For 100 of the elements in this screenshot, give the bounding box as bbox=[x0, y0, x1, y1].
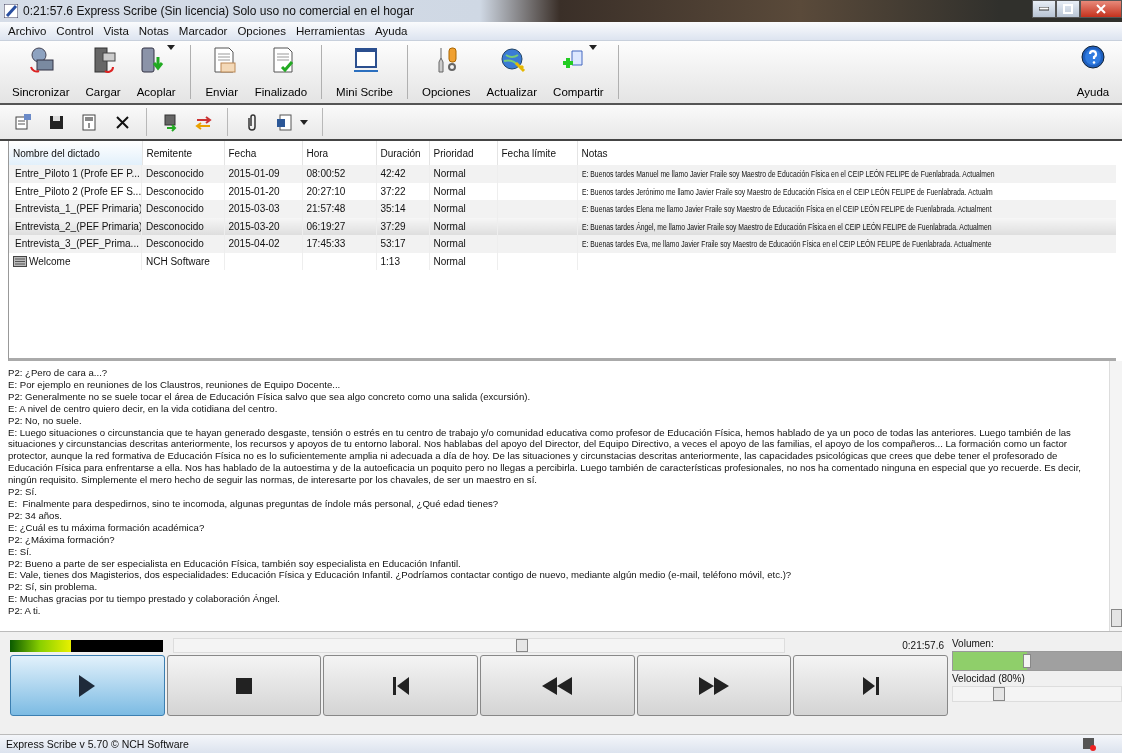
menu-item[interactable]: Vista bbox=[98, 25, 134, 37]
table-row[interactable]: Entrevista_3_(PEF_Prima... Desconocido 2015-04-02 17:45:33 53:17 Normal E: Buenas tardes Eva, me llamo Javier Fraile soy Maestro de Educación Física en el CEIP LEÓN FELIPE de Fuenlabrada. Actualmente bbox=[9, 235, 1116, 253]
properties-icon bbox=[14, 112, 33, 132]
table-cell: 20:27:10 bbox=[306, 185, 346, 197]
table-cell: Normal bbox=[433, 220, 466, 232]
toolbar-button[interactable]: Finalizado bbox=[246, 41, 316, 103]
menu-item[interactable]: Notas bbox=[133, 25, 174, 37]
word-document-icon bbox=[275, 112, 294, 132]
transcript-line: P2: ¿Máxima formación? bbox=[8, 533, 116, 546]
scrollbar[interactable] bbox=[1109, 361, 1122, 631]
column-header[interactable]: Nombre del dictado bbox=[9, 141, 142, 165]
column-header[interactable]: Duración bbox=[376, 141, 429, 165]
app-icon bbox=[4, 4, 18, 18]
column-header[interactable]: Fecha límite bbox=[497, 141, 577, 165]
table-cell: Entrevista_2_(PEF Primaria) bbox=[15, 220, 141, 232]
speed-slider[interactable] bbox=[952, 686, 1122, 702]
time-display: 0:21:57.6 bbox=[902, 640, 944, 651]
transcript-line: P2: ¿Pero de cara a...? bbox=[8, 367, 109, 379]
toolbar-button[interactable]: Actualizar bbox=[478, 41, 546, 103]
recorder-icon bbox=[1082, 737, 1096, 751]
table-cell: Normal bbox=[433, 185, 466, 197]
toolbar-button[interactable]: Cargar bbox=[77, 41, 129, 103]
volume-label: Volumen: bbox=[952, 638, 995, 649]
minimize-icon bbox=[1039, 7, 1049, 11]
rewind-icon bbox=[542, 676, 573, 695]
skip-back-icon bbox=[392, 676, 409, 695]
table-cell: 1:13 bbox=[380, 255, 400, 267]
toolbar-button[interactable]: Opciones bbox=[414, 41, 479, 103]
table-row[interactable]: Entrevista_1_(PEF Primaria) Desconocido 2015-03-03 21:57:48 35:14 Normal E: Buenas tardes Elena me llamo Javier Fraile soy Maestro de Educación Física en el CEIP LEÓN FELIPE de Fuenlabrada. Actualment bbox=[9, 200, 1116, 218]
table-cell: 53:17 bbox=[380, 238, 406, 250]
player-button[interactable] bbox=[636, 655, 792, 716]
menu-item[interactable]: Marcador bbox=[173, 25, 233, 37]
table-cell: E: Buenas tardes Elena me llamo Javier Fraile soy Maestro de Educación Física en el CEIP LEÓN FELIPE de Fuenlabrada. Actualment bbox=[581, 203, 992, 215]
table-cell: Desconocido bbox=[146, 168, 204, 180]
table-cell: E: Buenos tardes Jerónimo me llamo Javier Fraile soy Maestro de Educación Física en el CEIP LEÓN FELIPE de Fuenlabrada. Actualm bbox=[581, 185, 993, 197]
transcript-line: E: Sí. bbox=[8, 545, 33, 558]
column-header[interactable]: Fecha bbox=[224, 141, 302, 165]
column-header[interactable]: Notas bbox=[577, 141, 1116, 165]
restore-icon bbox=[1063, 4, 1073, 14]
table-cell: Desconocido bbox=[146, 220, 204, 232]
table-cell: Normal bbox=[433, 168, 466, 180]
table-cell: NCH Software bbox=[146, 255, 210, 267]
menu-item[interactable]: Archivo bbox=[3, 25, 52, 37]
table-cell: Normal bbox=[433, 203, 466, 215]
toolbar-button[interactable]: Enviar bbox=[196, 41, 247, 103]
table-cell: 2015-03-03 bbox=[228, 203, 280, 215]
table-cell: 2015-04-02 bbox=[228, 238, 280, 250]
table-cell: Desconocido bbox=[146, 185, 204, 197]
transcript-line: E: Muchas gracias por tu tiempo prestado y colaboración Ángel. bbox=[8, 593, 281, 606]
close-button[interactable] bbox=[1080, 0, 1122, 18]
table-row[interactable]: Welcome NCH Software 1:13 Normal bbox=[9, 252, 1116, 270]
player-button[interactable] bbox=[480, 655, 635, 716]
volume-slider[interactable] bbox=[952, 651, 1122, 671]
table-cell: 37:29 bbox=[380, 220, 406, 232]
transcript-line: E: Por ejemplo en reuniones de los Claustros, reuniones de Equipo Docente... bbox=[8, 378, 342, 391]
menu-item[interactable]: Herramientas bbox=[291, 25, 371, 37]
table-cell: E: Buenas tardes Eva, me llamo Javier Fraile soy Maestro de Educación Física en el CEIP LEÓN FELIPE de Fuenlabrada. Actualmente bbox=[581, 238, 992, 250]
table-cell: 42:42 bbox=[380, 168, 406, 180]
close-icon bbox=[1096, 4, 1106, 14]
transcript-line: E: ¿Cuál es tu máxima formación académica? bbox=[8, 521, 206, 534]
table-row[interactable]: Entrevista_2_(PEF Primaria) Desconocido 2015-03-20 06:19:27 37:29 Normal E: Buenas tardes Ángel, me llamo Javier Fraile soy Maestro de Educación Física en el CEIP LEÓN FELIPE de Fuenlabrada. Actualmen bbox=[9, 217, 1116, 235]
table-cell: 2015-03-20 bbox=[228, 220, 280, 232]
transcript-line: E: A nivel de centro quiero decir, en la vida cotidiana del centro. bbox=[8, 402, 279, 415]
toolbar-button[interactable]: Acoplar bbox=[128, 41, 184, 103]
status-text: Express Scribe v 5.70 © NCH Software bbox=[6, 738, 189, 750]
toolbar-button[interactable]: Mini Scribe bbox=[328, 41, 401, 103]
transcript-line: P2: Sí. bbox=[8, 486, 38, 498]
position-slider[interactable] bbox=[173, 638, 785, 653]
table-cell: 06:19:27 bbox=[306, 220, 346, 232]
menu-item[interactable]: Opciones bbox=[232, 25, 291, 37]
table-cell: Desconocido bbox=[146, 203, 204, 215]
table-cell: 2015-01-20 bbox=[228, 185, 280, 197]
maximize-button[interactable] bbox=[1056, 0, 1080, 18]
transcript-line: P2: Generalmente no se suele tocar el área de Educación Física salvo que sea algo concreto como una salida (excursión). bbox=[8, 390, 532, 403]
table-cell: Entre_Piloto 2 (Profe EF S... bbox=[15, 185, 141, 197]
table-cell: Normal bbox=[433, 255, 466, 267]
minimize-button[interactable] bbox=[1032, 0, 1056, 18]
player-button[interactable] bbox=[166, 655, 322, 716]
skip-forward-icon bbox=[862, 676, 879, 695]
column-header[interactable]: Hora bbox=[302, 141, 376, 165]
transcript-line: E: Luego situaciones o circunstancia que te hayan generado desgaste, tensión o estrés en tu centro de trabajo y/o comunidad educativa como profesor de Educación Física, hemos hablado de ya un poco de todas las anteriores. Luego también de las situaciones y circunstancias descritas anteriormente, los recursos y apoyos de tu entorno laboral. Nos hablabas del apoyo del Director, del Equipo Directivo, a veces el apoyo de las familias, el apoyo de los compañeros... La formación como un factor protector, aunque la red formativa de Educación Física no es lo suficientemente amplia ni adecuada a día de hoy. De las situaciones y circunstacias descritas anteriormente, las capacidades psicológicas que crees que debe tener el profesorado de Educación Física para enfrentarse a ella. Nos has hablado de la autoestima y de la autoeficacia un poquito pero no llegas a percibirla. Luego también de características profesionales, no nos ha comentado ninguna en especial que yo recuerde. Es decir, ningún requisito. Simplemente el mero hecho de seguir las normas, de interesarte por los chavales, de ser un maestro en sí. bbox=[8, 426, 1083, 487]
table-row[interactable] bbox=[9, 165, 1116, 183]
table-cell: E: Buenas tardes Ángel, me llamo Javier Fraile soy Maestro de Educación Física en el CEIP LEÓN FELIPE de Fuenlabrada. Actualmen bbox=[581, 220, 992, 232]
table-cell: 37:22 bbox=[380, 185, 406, 197]
help-button[interactable]: Ayuda bbox=[1068, 41, 1118, 103]
menu-item[interactable]: Control bbox=[51, 25, 99, 37]
transcript-line: E: Finalmente para despedirnos, sino te incomoda, algunas preguntas de índole más personal, ¿Qué edad tienes? bbox=[8, 497, 500, 510]
table-cell: Entrevista_1_(PEF Primaria) bbox=[15, 203, 141, 215]
play-icon bbox=[79, 674, 96, 697]
speed-label: Velocidad (80%) bbox=[952, 673, 1026, 684]
column-header[interactable]: Prioridad bbox=[429, 141, 497, 165]
document-icon bbox=[80, 112, 99, 132]
table-cell: E: Buenos tardes Manuel me llamo Javier Fraile soy Maestro de Educación Física en el CEIP LEÓN FELIPE de Fuenlabrada. Actualmen bbox=[581, 168, 995, 180]
table-cell: 17:45:33 bbox=[306, 238, 346, 250]
toolbar-button[interactable]: Sincronizar bbox=[4, 41, 78, 103]
menu-item[interactable]: Ayuda bbox=[370, 25, 413, 37]
table-cell: 2015-01-09 bbox=[228, 168, 280, 180]
toolbar-button[interactable]: Compartir bbox=[545, 41, 612, 103]
transcript-line: P2: 34 años. bbox=[8, 509, 63, 522]
column-header[interactable]: Remitente bbox=[142, 141, 224, 165]
